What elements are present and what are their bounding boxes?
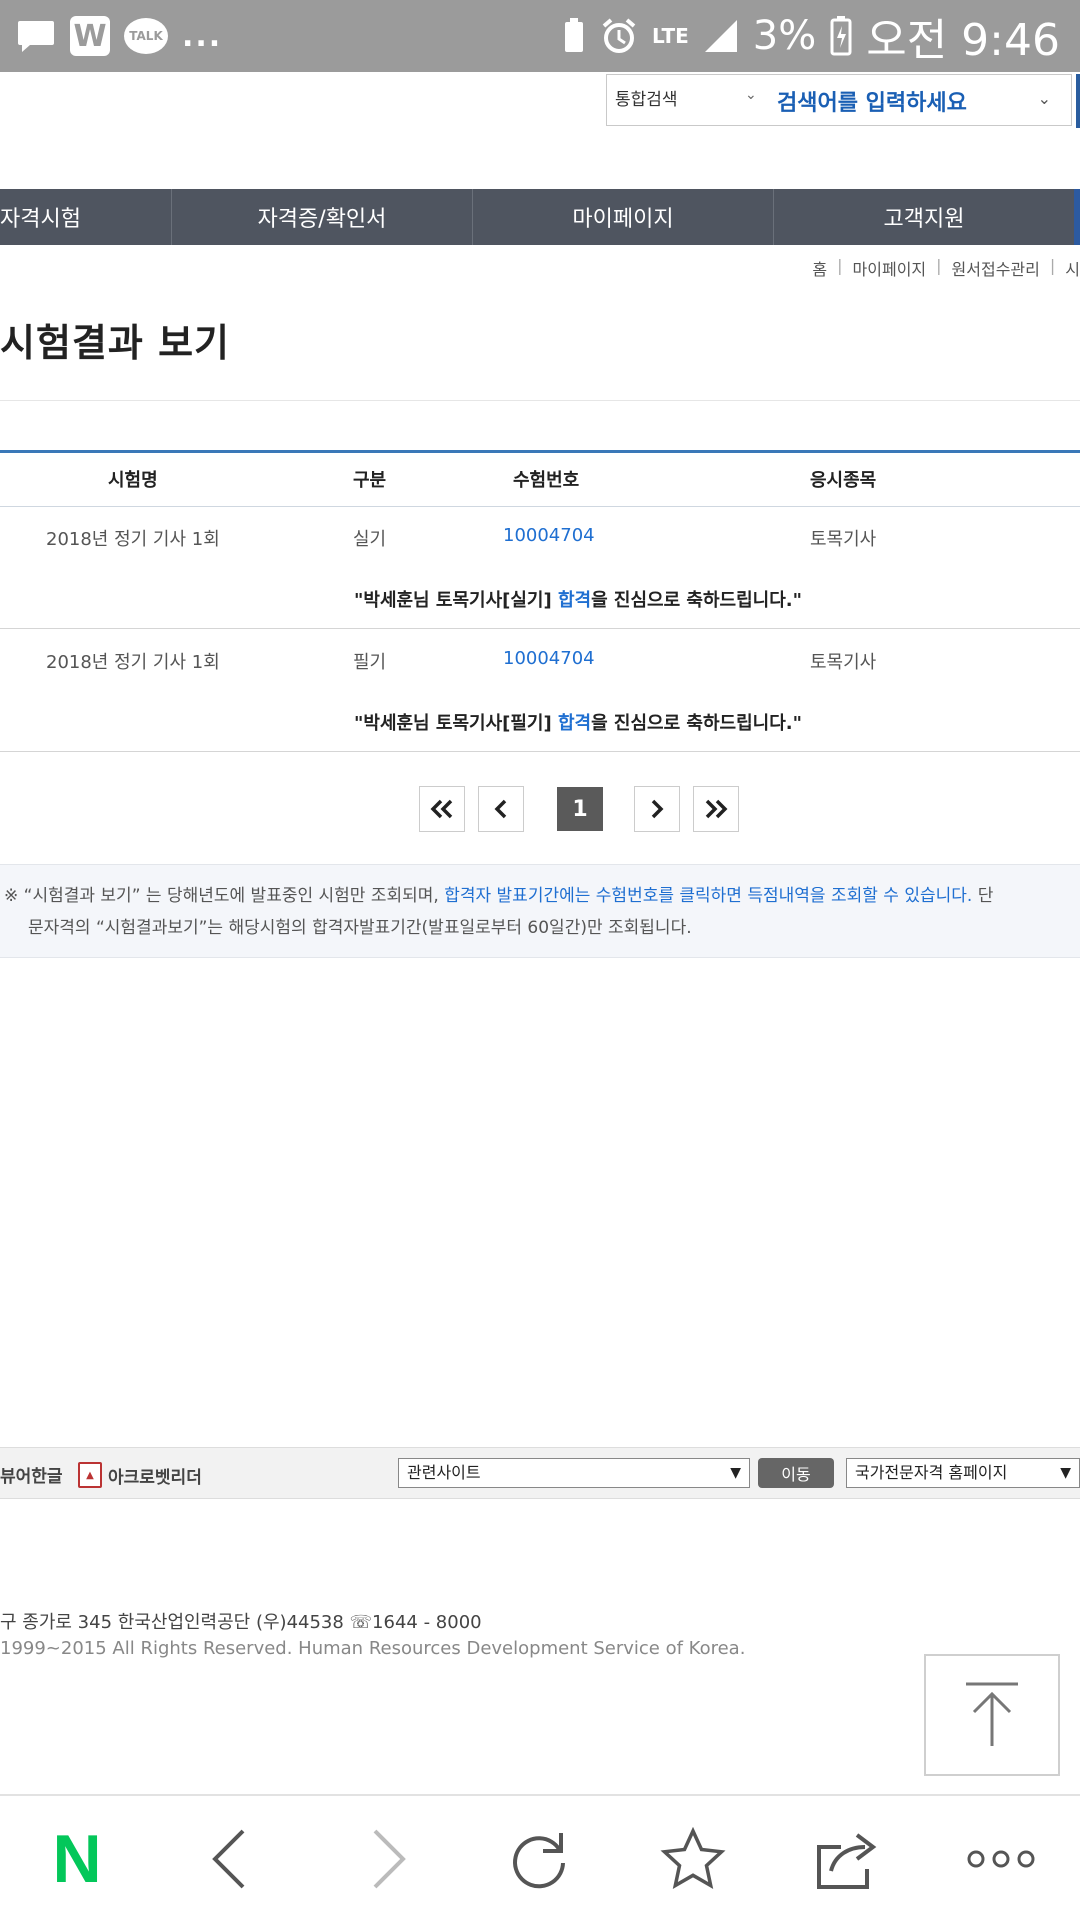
clock: 오전 9:46	[866, 15, 1060, 66]
pdf-icon: ▲	[78, 1462, 102, 1488]
nav-edge	[1074, 189, 1080, 245]
notice-box: ※ “시험결과 보기” 는 당해년도에 발표중인 시험만 조회되며, 합격자 발…	[0, 864, 1080, 958]
browser-toolbar: N	[0, 1794, 1080, 1920]
search-button[interactable]	[1076, 74, 1080, 128]
notice-line: 문자격의 “시험결과보기”는 해당시험의 합격자발표기간(발표일로부터 60일간…	[28, 918, 692, 938]
breadcrumb-separator: |	[837, 256, 843, 275]
nav-item-mypage[interactable]: 마이페이지	[473, 189, 774, 245]
go-button[interactable]: 이동	[758, 1458, 834, 1488]
breadcrumb-application[interactable]: 원서접수관리	[952, 256, 1040, 280]
scroll-to-top-button[interactable]	[924, 1654, 1060, 1776]
w-app-icon: W	[70, 16, 110, 56]
breadcrumb: 홈 | 마이페이지 | 원서접수관리 | 시	[812, 256, 1080, 280]
page-number-current[interactable]: 1	[557, 787, 603, 831]
alarm-icon	[600, 17, 638, 55]
related-sites-select[interactable]: 관련사이트 ▼	[398, 1458, 750, 1488]
nav-item-exam[interactable]: 자격시험	[0, 189, 172, 245]
page-title: 시험결과 보기	[0, 321, 230, 365]
status-bar: W TALK ... LTE 3% 오전 9:46	[0, 0, 1080, 72]
last-page-button[interactable]	[693, 786, 739, 832]
cell-exam: 2018년 정기 기사 1회	[46, 529, 220, 550]
exam-number-link[interactable]: 10004704	[503, 525, 595, 546]
message-icon	[16, 18, 56, 54]
forward-arrow-icon	[373, 1829, 406, 1889]
bookmark-button[interactable]	[658, 1824, 728, 1894]
col-header-number: 수험번호	[513, 470, 580, 491]
back-arrow-icon	[212, 1829, 245, 1889]
exam-number-link[interactable]: 10004704	[503, 648, 595, 669]
breadcrumb-mypage[interactable]: 마이페이지	[853, 256, 927, 280]
col-header-exam: 시험명	[108, 470, 158, 491]
cell-subject: 토목기사	[810, 529, 877, 550]
nav-item-certificate[interactable]: 자격증/확인서	[172, 189, 473, 245]
divider	[0, 400, 1080, 401]
cell-subject: 토목기사	[810, 652, 877, 673]
double-chevron-right-icon	[705, 799, 728, 819]
naver-home-button[interactable]: N	[42, 1821, 112, 1897]
breadcrumb-home[interactable]: 홈	[812, 256, 827, 280]
row-divider	[0, 751, 1080, 752]
kakaotalk-icon: TALK	[124, 18, 168, 54]
row-divider	[0, 628, 1080, 629]
footer-copyright: 1999~2015 All Rights Reserved. Human Res…	[0, 1638, 746, 1659]
footer-bar: 뷰어한글 ▲ 아크로벳리더 관련사이트 ▼ 이동 국가전문자격 홈페이지 ▼	[0, 1447, 1080, 1499]
cell-type: 실기	[353, 529, 387, 550]
naver-logo: N	[52, 1821, 102, 1897]
cell-type: 필기	[353, 652, 387, 673]
breadcrumb-current: 시	[1065, 260, 1080, 279]
arrow-up-icon	[966, 1682, 1018, 1746]
first-page-button[interactable]	[419, 786, 465, 832]
search-box: 통합검색 ⌄ 검색어를 입력하세요 ⌄	[606, 74, 1072, 126]
search-scope-select[interactable]: 통합검색	[615, 85, 678, 110]
acrobat-reader-link[interactable]: ▲ 아크로벳리더	[78, 1462, 202, 1488]
dropdown-arrow-icon: ▼	[730, 1465, 741, 1481]
double-chevron-left-icon	[430, 799, 453, 819]
prev-page-button[interactable]	[478, 786, 524, 832]
notice-line: ※ “시험결과 보기” 는 당해년도에 발표중인 시험만 조회되며, 합격자 발…	[4, 886, 994, 906]
chevron-left-icon	[494, 799, 507, 819]
dropdown-arrow-icon: ▼	[1060, 1465, 1071, 1481]
table-top-border	[0, 450, 1080, 453]
chevron-down-icon: ⌄	[745, 87, 757, 103]
signal-icon	[703, 18, 739, 54]
network-type: LTE	[652, 24, 689, 48]
main-nav: 자격시험 자격증/확인서 마이페이지 고객지원	[0, 189, 1080, 245]
nav-item-support[interactable]: 고객지원	[774, 189, 1074, 245]
more-notifications: ...	[182, 18, 223, 54]
battery-charging-icon	[830, 16, 852, 56]
chevron-down-icon[interactable]: ⌄	[1038, 89, 1051, 108]
back-button[interactable]	[194, 1824, 264, 1894]
star-icon	[660, 1827, 726, 1889]
col-header-subject: 응시종목	[810, 470, 877, 491]
forward-button[interactable]	[354, 1824, 424, 1894]
hangul-viewer-link[interactable]: 뷰어한글	[0, 1462, 63, 1487]
refresh-button[interactable]	[504, 1824, 574, 1894]
share-icon	[817, 1833, 877, 1889]
battery-percent: 3%	[752, 13, 817, 59]
next-page-button[interactable]	[634, 786, 680, 832]
share-button[interactable]	[812, 1824, 882, 1894]
search-input[interactable]: 검색어를 입력하세요	[777, 85, 967, 117]
recycle-battery-icon	[562, 18, 586, 54]
more-dots-icon	[967, 1850, 1035, 1868]
col-header-type: 구분	[353, 470, 387, 491]
breadcrumb-separator: |	[936, 256, 942, 275]
header-divider	[0, 506, 1080, 507]
more-menu-button[interactable]	[966, 1824, 1036, 1894]
national-site-select[interactable]: 국가전문자격 홈페이지 ▼	[846, 1458, 1080, 1488]
breadcrumb-separator: |	[1049, 256, 1056, 275]
congrats-message: "박세훈님 토목기사[필기] 합격을 진심으로 축하드립니다."	[354, 713, 803, 734]
footer-address: 구 종가로 345 한국산업인력공단 (우)44538 ☏1644 - 8000	[0, 1612, 482, 1633]
refresh-icon	[513, 1833, 565, 1889]
cell-exam: 2018년 정기 기사 1회	[46, 652, 220, 673]
chevron-right-icon	[651, 799, 664, 819]
congrats-message: "박세훈님 토목기사[실기] 합격을 진심으로 축하드립니다."	[354, 590, 803, 611]
